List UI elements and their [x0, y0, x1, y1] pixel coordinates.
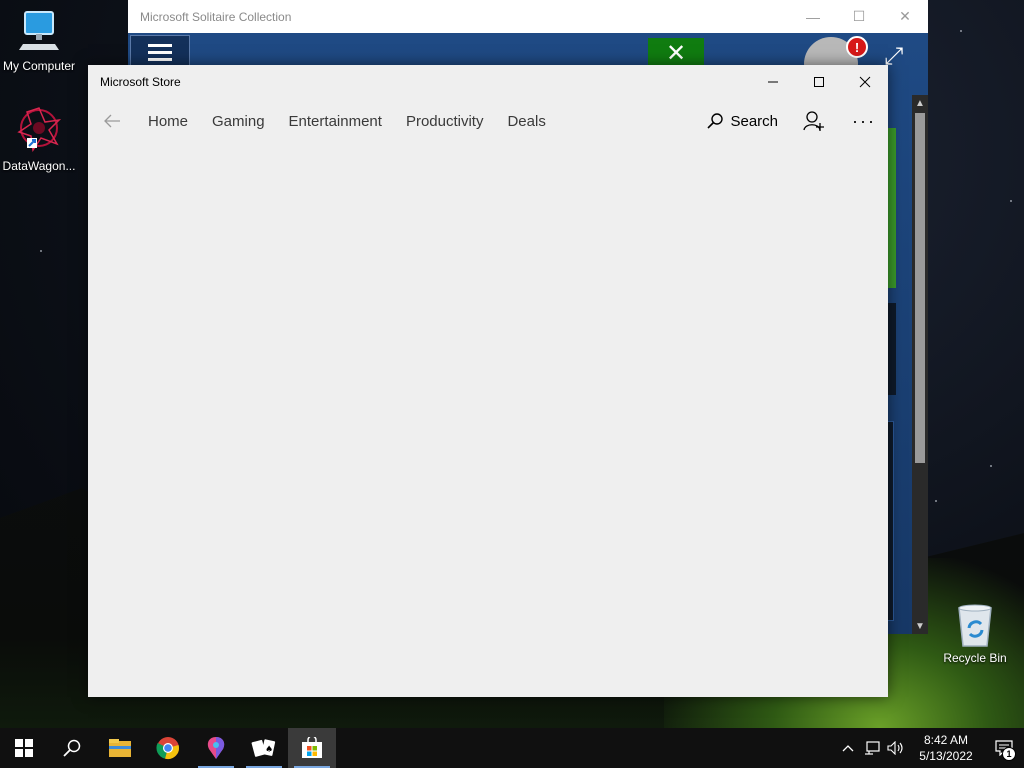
store-maximize-button[interactable] — [796, 65, 842, 99]
solitaire-window-title: Microsoft Solitaire Collection — [140, 9, 292, 24]
desktop-icon-datawagon[interactable]: DataWagon... — [0, 106, 81, 173]
start-button[interactable] — [0, 728, 48, 768]
taskbar-chrome[interactable] — [144, 728, 192, 768]
store-icon — [302, 737, 322, 758]
tab-gaming[interactable]: Gaming — [212, 99, 265, 143]
store-titlebar[interactable]: Microsoft Store — [88, 65, 888, 99]
solitaire-icon: ♠ — [251, 739, 276, 757]
more-options-button[interactable]: ··· — [850, 107, 878, 135]
solitaire-minimize-button[interactable]: — — [790, 0, 836, 33]
alert-badge: ! — [846, 36, 868, 58]
store-minimize-button[interactable] — [750, 65, 796, 99]
tab-entertainment[interactable]: Entertainment — [289, 99, 382, 143]
recycle-bin-label: Recycle Bin — [943, 651, 1007, 665]
tab-home[interactable]: Home — [148, 99, 188, 143]
network-button[interactable] — [860, 728, 884, 768]
solitaire-close-button[interactable]: ✕ — [882, 0, 928, 33]
taskbar-solitaire[interactable]: ♠ — [240, 728, 288, 768]
hamburger-menu-button[interactable] — [130, 35, 190, 69]
search-button[interactable]: Search — [706, 112, 778, 130]
taskbar-file-explorer[interactable] — [96, 728, 144, 768]
notification-count-badge: 1 — [1002, 747, 1016, 761]
clock-date: 5/13/2022 — [919, 749, 973, 763]
star — [40, 250, 42, 252]
paint-3d-icon — [207, 737, 225, 759]
search-label: Search — [730, 112, 778, 130]
star — [960, 30, 962, 32]
account-button[interactable] — [800, 107, 828, 135]
chrome-icon — [156, 737, 179, 759]
star — [935, 500, 937, 502]
solitaire-titlebar[interactable]: Microsoft Solitaire Collection — ☐ ✕ — [128, 0, 928, 33]
store-nav-bar: Home Gaming Entertainment Productivity D… — [88, 99, 888, 143]
taskbar-search-button[interactable] — [48, 728, 96, 768]
solitaire-scrollbar[interactable]: ▲ ▼ — [912, 95, 928, 634]
minimize-icon — [768, 81, 778, 83]
xbox-icon[interactable]: ✕ — [648, 38, 704, 68]
chevron-up-icon — [842, 745, 854, 752]
store-close-button[interactable] — [842, 65, 888, 99]
maximize-icon — [814, 77, 824, 87]
desktop-icon-recycle-bin[interactable]: Recycle Bin — [938, 602, 1012, 665]
back-button[interactable] — [88, 99, 136, 143]
recycle-bin-icon — [958, 604, 992, 647]
scroll-down-icon[interactable]: ▼ — [912, 618, 928, 634]
taskbar-paint-3d[interactable] — [192, 728, 240, 768]
add-user-icon — [803, 111, 824, 131]
action-center-button[interactable]: 1 — [984, 728, 1024, 768]
file-explorer-icon — [109, 739, 131, 757]
start-icon — [15, 739, 33, 757]
tab-productivity[interactable]: Productivity — [406, 99, 484, 143]
computer-icon — [19, 11, 59, 50]
taskbar-clock[interactable]: 8:42 AM 5/13/2022 — [908, 732, 984, 764]
back-arrow-icon — [104, 114, 120, 128]
desktop-icon-my-computer[interactable]: My Computer — [0, 8, 81, 73]
scrollbar-thumb[interactable] — [915, 113, 925, 463]
volume-icon — [887, 741, 903, 755]
star — [990, 465, 992, 467]
star — [1010, 200, 1012, 202]
store-window[interactable]: Microsoft Store Home Gaming Entertainmen… — [88, 65, 888, 697]
close-icon — [859, 76, 871, 88]
taskbar-store[interactable] — [288, 728, 336, 768]
clock-time: 8:42 AM — [923, 733, 969, 747]
system-tray: 8:42 AM 5/13/2022 1 — [836, 728, 1024, 768]
show-hidden-icons-button[interactable] — [836, 728, 860, 768]
search-icon — [63, 739, 81, 757]
store-window-title: Microsoft Store — [100, 75, 181, 89]
desktop-icon-label: My Computer — [2, 59, 76, 73]
taskbar: ♠ 8:42 AM 5/13/2022 1 — [0, 728, 1024, 768]
network-icon — [865, 741, 880, 755]
svg-text:♠: ♠ — [265, 745, 273, 755]
search-icon — [707, 113, 724, 129]
solitaire-maximize-button[interactable]: ☐ — [836, 0, 882, 33]
tab-deals[interactable]: Deals — [507, 99, 545, 143]
datawagon-icon — [17, 107, 62, 153]
desktop-icon-label: DataWagon... — [2, 159, 76, 173]
volume-button[interactable] — [884, 728, 908, 768]
store-content-area — [88, 143, 888, 697]
scroll-up-icon[interactable]: ▲ — [912, 95, 928, 111]
